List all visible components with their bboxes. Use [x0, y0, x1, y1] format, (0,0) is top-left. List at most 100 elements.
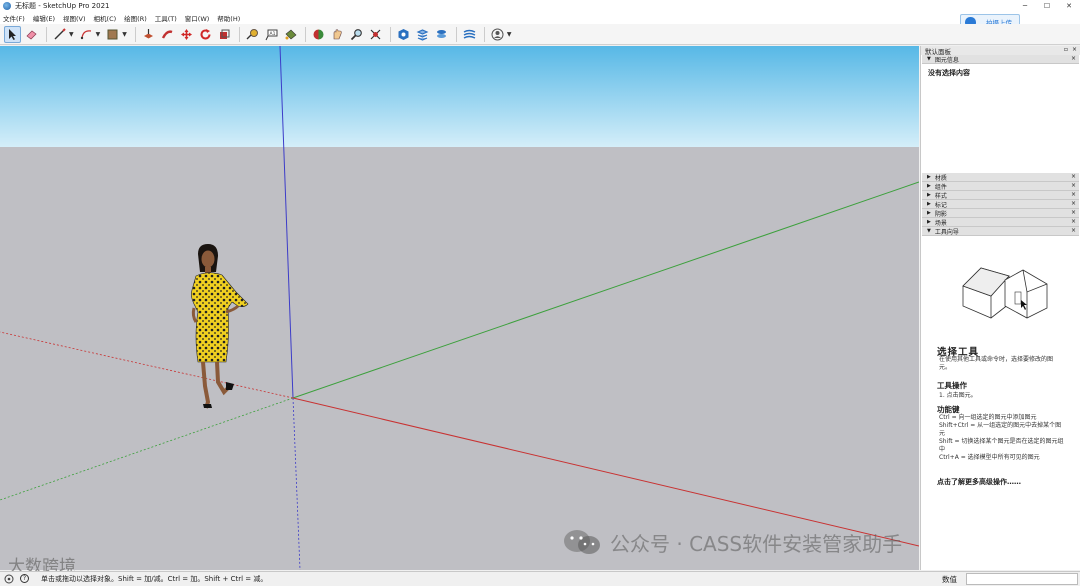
rectangle-dropdown-icon[interactable]: ▼ — [122, 31, 127, 38]
line-dropdown-icon[interactable]: ▼ — [69, 31, 74, 38]
toolbar-separator — [389, 26, 391, 42]
orbit-tool-button[interactable] — [310, 26, 327, 43]
follow-me-tool-button[interactable] — [159, 26, 176, 43]
tray-instructor[interactable]: ▼ 工具向导 × — [922, 227, 1079, 236]
move-icon — [180, 28, 192, 40]
tape-measure-tool-button[interactable] — [244, 26, 261, 43]
extension-warehouse-button[interactable] — [414, 26, 431, 43]
arc-tool-button[interactable] — [78, 26, 95, 43]
collapsed-triangle-icon: ▶ — [927, 192, 931, 198]
push-pull-tool-button[interactable] — [140, 26, 157, 43]
window-title: 无标题 - SketchUp Pro 2021 — [15, 2, 110, 10]
tray-close-icon[interactable]: × — [1071, 218, 1076, 225]
move-tool-button[interactable] — [178, 26, 195, 43]
paint-bucket-tool-button[interactable] — [282, 26, 299, 43]
line-tool-button[interactable] — [51, 26, 68, 43]
svg-text:A1: A1 — [269, 31, 275, 37]
pan-tool-button[interactable] — [329, 26, 346, 43]
eraser-tool-button[interactable] — [23, 26, 40, 43]
collapsed-triangle-icon: ▶ — [927, 210, 931, 216]
profile-icon — [491, 28, 504, 40]
sketchup-logo-icon — [3, 2, 11, 10]
tray-close-icon[interactable]: × — [1071, 209, 1076, 216]
tray-label: 组件 — [934, 183, 947, 191]
house-illustration — [962, 267, 1048, 319]
advanced-operations-link[interactable]: 点击了解更多高级操作…… — [937, 477, 1021, 487]
menu-file[interactable]: 文件(F) — [3, 13, 25, 23]
toolbar-separator — [304, 26, 306, 42]
menu-help[interactable]: 帮助(H) — [217, 13, 240, 23]
tray-label: 场景 — [934, 219, 947, 227]
menu-tools[interactable]: 工具(T) — [155, 13, 177, 23]
arc-dropdown-icon[interactable]: ▼ — [96, 31, 101, 38]
zoom-icon — [350, 28, 362, 40]
text-tool-button[interactable]: A1 — [263, 26, 280, 43]
sandbox-button[interactable] — [461, 26, 478, 43]
minimize-button[interactable]: ─ — [1014, 0, 1036, 12]
title-bar: 无标题 - SketchUp Pro 2021 ─ ☐ ✕ — [0, 0, 1080, 12]
collapsed-triangle-icon: ▶ — [927, 183, 931, 189]
collapsed-triangle-icon: ▶ — [927, 219, 931, 225]
zoom-tool-button[interactable] — [348, 26, 365, 43]
scale-tool-button[interactable] — [216, 26, 233, 43]
rotate-icon — [200, 28, 211, 39]
window-controls: ─ ☐ ✕ — [1014, 0, 1080, 12]
tray-close-icon[interactable]: × — [1071, 227, 1076, 234]
toolbar: ▼ ▼ ▼ A1 ▼ — [0, 24, 1080, 45]
warehouse-icon — [398, 28, 409, 40]
rectangle-tool-button[interactable] — [104, 26, 121, 43]
tray-close-icon[interactable]: × — [1071, 55, 1076, 62]
profile-dropdown-icon[interactable]: ▼ — [507, 31, 512, 38]
menu-draw[interactable]: 绘图(R) — [124, 13, 147, 23]
paint-bucket-icon — [285, 29, 297, 39]
menu-edit[interactable]: 编辑(E) — [33, 13, 55, 23]
tray-label: 图元信息 — [934, 56, 959, 64]
tray-label: 材质 — [934, 174, 947, 182]
layers-button[interactable] — [433, 26, 450, 43]
ground — [0, 147, 919, 570]
tray-close-icon[interactable]: × — [1071, 173, 1076, 180]
close-button[interactable]: ✕ — [1058, 0, 1080, 12]
text-icon: A1 — [265, 29, 278, 40]
orbit-icon — [313, 29, 324, 39]
profile-button[interactable] — [489, 26, 506, 43]
modifier-key-item: Ctrl+A = 选择模型中所有可见的图元 — [939, 454, 1040, 461]
extension-icon — [416, 28, 429, 41]
rectangle-icon — [107, 29, 118, 39]
line-icon — [54, 27, 66, 39]
zoom-extents-tool-button[interactable] — [367, 26, 384, 43]
sky — [0, 46, 919, 147]
menu-view[interactable]: 视图(V) — [63, 13, 86, 23]
tray-entity-info[interactable]: ▼ 图元信息 × — [922, 55, 1079, 64]
warehouse-button[interactable] — [395, 26, 412, 43]
modifier-keys-list: Ctrl = 向一组选定的图元中添加图元 Shift+Ctrl = 从一组选定的… — [939, 414, 1064, 462]
rotate-tool-button[interactable] — [197, 26, 214, 43]
info-icon[interactable]: ? — [20, 574, 29, 583]
entity-info-body: 没有选择内容 — [921, 64, 1080, 173]
toolbar-separator — [455, 26, 457, 42]
expanded-triangle-icon: ▼ — [927, 228, 931, 234]
toolbar-separator — [134, 26, 136, 42]
scene-canvas — [0, 46, 919, 570]
geolocation-icon[interactable] — [4, 574, 14, 584]
tray-close-icon[interactable]: × — [1071, 200, 1076, 207]
instructor-description: 在使用其他工具或命令时，选择要修改的图元。 — [939, 356, 1054, 371]
wechat-watermark-icon — [564, 530, 600, 554]
menu-window[interactable]: 窗口(W) — [185, 13, 210, 23]
modifier-key-item: Shift+Ctrl = 从一组选定的图元中去掉某个图元 — [939, 422, 1062, 437]
close-tray-icon[interactable]: × — [1072, 46, 1077, 53]
maximize-button[interactable]: ☐ — [1036, 0, 1058, 12]
measurements-input[interactable] — [966, 573, 1078, 585]
tray-close-icon[interactable]: × — [1071, 182, 1076, 189]
tray-close-icon[interactable]: × — [1071, 191, 1076, 198]
expanded-triangle-icon: ▼ — [927, 56, 931, 62]
tape-measure-icon — [246, 28, 258, 39]
measurements-label: 数值 — [942, 575, 957, 584]
select-tool-button[interactable] — [4, 25, 21, 43]
pin-icon[interactable]: ▫ — [1064, 46, 1068, 53]
default-tray: 默认面板 ▫ × ▼ 图元信息 × 没有选择内容 ▶ 材质 × ▶ 组件 × ▶… — [920, 46, 1080, 570]
sandbox-icon — [463, 29, 476, 39]
modeling-viewport[interactable] — [0, 46, 919, 570]
menu-camera[interactable]: 相机(C) — [94, 13, 117, 23]
follow-me-icon — [161, 29, 173, 39]
